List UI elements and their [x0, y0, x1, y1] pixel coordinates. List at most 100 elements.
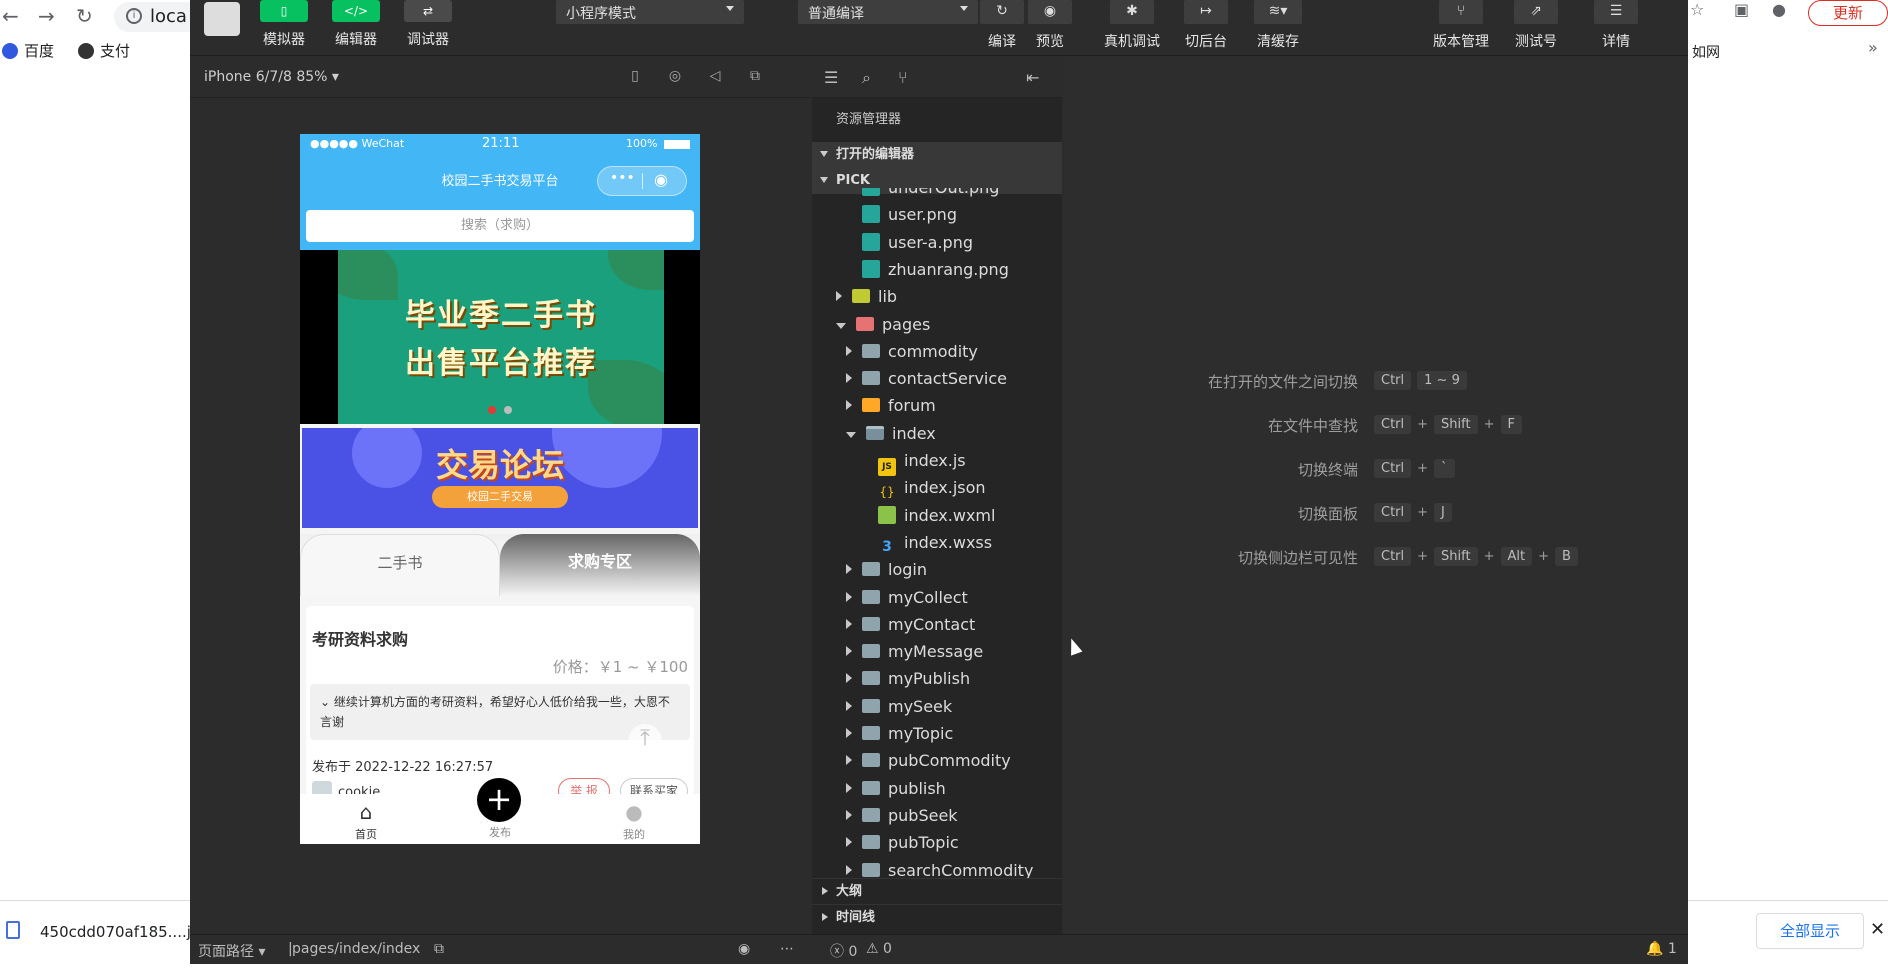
chevron-right-icon[interactable]: [846, 591, 852, 602]
tree-item[interactable]: pubTopic: [812, 829, 1062, 856]
chevron-right-icon[interactable]: [846, 673, 852, 684]
close-icon[interactable]: ✕: [1870, 919, 1885, 940]
chevron-right-icon[interactable]: [846, 400, 852, 411]
back-to-top-icon[interactable]: ⤒: [628, 724, 662, 758]
chevron-right-icon[interactable]: [846, 837, 852, 848]
error-count[interactable]: ⓧ 0: [830, 941, 857, 961]
tab-seek[interactable]: 求购专区: [500, 534, 700, 596]
editor-button[interactable]: </> 编辑器: [326, 0, 386, 49]
chevron-right-icon[interactable]: [846, 864, 852, 875]
tree-item[interactable]: user.png: [812, 201, 1062, 228]
tabbar-home[interactable]: ⌂ 首页: [326, 794, 406, 842]
update-button[interactable]: 更新: [1808, 0, 1888, 26]
chevron-right-icon[interactable]: [846, 564, 852, 575]
banner-swiper[interactable]: 毕业季二手书 出售平台推荐: [300, 250, 700, 424]
chevron-down-icon[interactable]: [836, 322, 846, 329]
bookmark-overflow-text[interactable]: 如网: [1692, 42, 1720, 62]
bookmark-baidu[interactable]: 百度: [2, 40, 54, 61]
chevron-right-icon[interactable]: [846, 373, 852, 384]
tabbar-publish[interactable]: 发布: [460, 824, 540, 840]
chevron-right-icon[interactable]: [846, 700, 852, 711]
compile-button[interactable]: ↻ 编译: [980, 0, 1024, 51]
debugger-button[interactable]: ⇄ 调试器: [398, 0, 458, 49]
tab-secondhand[interactable]: 二手书: [300, 534, 500, 596]
branch-icon[interactable]: ⑂: [898, 68, 908, 87]
tree-item[interactable]: myCollect: [812, 584, 1062, 611]
tree-item[interactable]: myTopic: [812, 720, 1062, 747]
tree-item[interactable]: contactService: [812, 365, 1062, 392]
tree-item[interactable]: forum: [812, 392, 1062, 419]
page-path-select[interactable]: 页面路径 ▾: [198, 941, 265, 961]
eye-icon[interactable]: ◉: [738, 941, 750, 957]
outline-section[interactable]: 大纲: [812, 878, 1062, 904]
timeline-section[interactable]: 时间线: [812, 904, 1062, 930]
chevron-right-icon[interactable]: [836, 291, 842, 302]
preview-button[interactable]: ◉ 预览: [1028, 0, 1072, 51]
chevron-right-icon[interactable]: [846, 755, 852, 766]
tree-item[interactable]: myContact: [812, 611, 1062, 638]
tree-item[interactable]: commodity: [812, 338, 1062, 365]
compile-mode-select[interactable]: 普通编译: [798, 0, 978, 24]
tabbar-mine[interactable]: ● 我的: [594, 794, 674, 842]
test-account-button[interactable]: ⇗ 测试号: [1508, 0, 1564, 51]
chevron-right-icon[interactable]: [846, 646, 852, 657]
seek-card[interactable]: 考研资料求购 价格：￥1 ~ ￥100 ⌄ 继续计算机方面的考研资料，希望好心人…: [306, 606, 694, 804]
reload-icon[interactable]: ↻: [76, 4, 93, 28]
more-icon[interactable]: ⋯: [780, 941, 794, 957]
star-icon[interactable]: ☆: [1690, 0, 1704, 30]
clear-cache-button[interactable]: ≋▾ 清缓存: [1250, 0, 1306, 51]
tree-item[interactable]: lib: [812, 283, 1062, 310]
info-icon[interactable]: i: [126, 8, 142, 24]
avatar[interactable]: [204, 2, 240, 36]
tree-item[interactable]: JS index.js: [812, 447, 1062, 476]
tree-item[interactable]: user-a.png: [812, 229, 1062, 256]
tree-item[interactable]: mySeek: [812, 693, 1062, 720]
tree-item[interactable]: pubCommodity: [812, 747, 1062, 774]
phone-icon[interactable]: ▯: [626, 68, 644, 86]
chevron-right-icon[interactable]: [846, 618, 852, 629]
chevron-right-icon[interactable]: [846, 809, 852, 820]
sidepanel-icon[interactable]: ▣: [1734, 0, 1749, 30]
tree-item[interactable]: myPublish: [812, 665, 1062, 692]
swiper-dot[interactable]: [504, 406, 512, 414]
real-device-debug-button[interactable]: ✱ 真机调试: [1094, 0, 1170, 51]
profile-icon[interactable]: ●: [1772, 0, 1786, 30]
simulator-button[interactable]: ▯ 模拟器: [254, 0, 314, 49]
menu-capsule[interactable]: ••• ◉: [597, 166, 687, 196]
chevron-right-icon[interactable]: [846, 728, 852, 738]
bookmark-pay[interactable]: 支付: [78, 40, 130, 61]
tree-item[interactable]: myMessage: [812, 638, 1062, 665]
close-miniprogram-icon[interactable]: ◉: [654, 170, 668, 189]
tree-item[interactable]: pages: [812, 311, 1062, 338]
tree-item[interactable]: publish: [812, 775, 1062, 802]
tree-item[interactable]: pubSeek: [812, 802, 1062, 829]
new-window-icon[interactable]: ⧉: [746, 68, 764, 86]
cut-background-button[interactable]: ↦ 切后台: [1178, 0, 1234, 51]
show-all-button[interactable]: 全部显示: [1756, 913, 1864, 949]
forward-icon[interactable]: →: [38, 4, 55, 28]
more-icon[interactable]: •••: [610, 170, 635, 186]
mode-select[interactable]: 小程序模式: [556, 0, 744, 24]
tree-item[interactable]: zhuanrang.png: [812, 256, 1062, 283]
forum-banner[interactable]: 交易论坛 校园二手交易: [302, 428, 698, 528]
tree-item[interactable]: login: [812, 556, 1062, 583]
device-select[interactable]: iPhone 6/7/8 85% ▾: [204, 69, 339, 85]
search-icon[interactable]: ⌕: [862, 68, 871, 88]
download-filename[interactable]: 450cdd070af185....j: [40, 923, 191, 941]
record-icon[interactable]: ◎: [666, 68, 684, 86]
search-input[interactable]: 搜索（求购）: [306, 210, 694, 242]
tree-item[interactable]: index: [812, 420, 1062, 447]
swiper-dot-active[interactable]: [488, 406, 496, 414]
chevron-down-icon[interactable]: [846, 431, 856, 438]
tree-item[interactable]: 3 index.wxss: [812, 529, 1062, 556]
version-management-button[interactable]: ⑂ 版本管理: [1426, 0, 1496, 51]
notification-count[interactable]: 🔔 1: [1646, 941, 1677, 957]
details-button[interactable]: ☰ 详情: [1588, 0, 1644, 51]
collapse-sidebar-icon[interactable]: ⇤: [1026, 68, 1039, 87]
tree-item[interactable]: underOut.png: [812, 188, 1062, 201]
volume-icon[interactable]: ◁: [706, 68, 724, 86]
bookmarks-more-icon[interactable]: »: [1868, 38, 1878, 68]
explorer-icon[interactable]: ☰: [824, 68, 838, 87]
publish-plus-icon[interactable]: +: [477, 778, 521, 822]
open-editors-section[interactable]: 打开的编辑器: [812, 142, 1062, 168]
